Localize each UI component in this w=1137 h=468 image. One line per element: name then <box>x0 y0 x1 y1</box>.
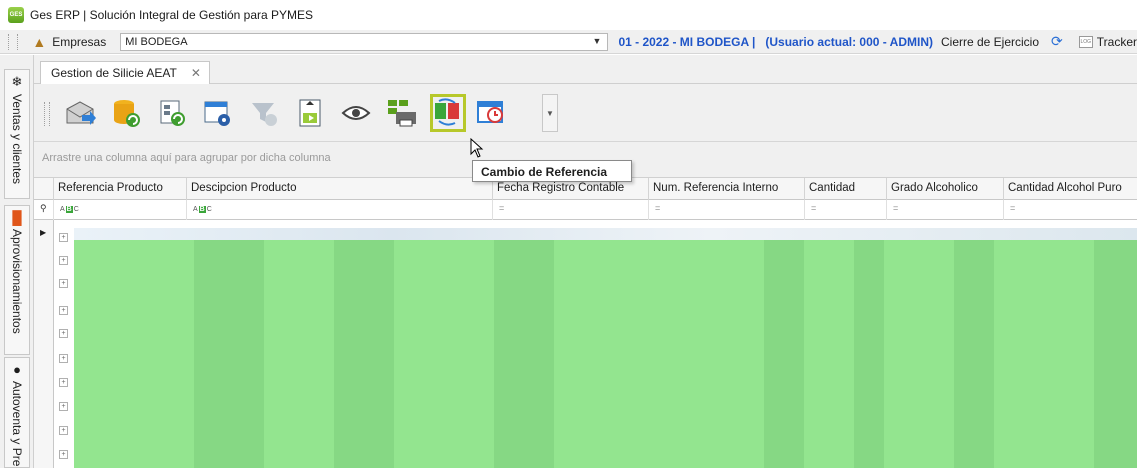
column-header[interactable]: Referencia Producto <box>54 178 187 200</box>
print-grid-icon[interactable] <box>384 94 420 132</box>
pixelation <box>194 240 264 468</box>
filter-cell-cantidad[interactable]: = <box>805 200 887 220</box>
pixelation <box>334 240 394 468</box>
expand-row-icon[interactable]: + <box>59 354 68 363</box>
pixelation <box>954 240 994 468</box>
nav-tab-label: Ventas y clientes <box>10 94 24 185</box>
document-refresh-icon[interactable] <box>154 94 190 132</box>
company-select[interactable]: MI BODEGA ▼ <box>120 32 609 51</box>
nav-tab-ventas[interactable]: ❄ Ventas y clientes <box>4 69 30 199</box>
nav-tab-label: Aprovisionamientos <box>10 229 24 334</box>
expand-row-icon[interactable]: + <box>59 279 68 288</box>
row-indicator-column: ▶ <box>34 220 54 468</box>
nav-tab-label: Autoventa y Pre <box>10 381 24 467</box>
cierre-ejercicio-link[interactable]: Cierre de Ejercicio <box>941 35 1039 49</box>
period-label: 01 - 2022 - MI BODEGA | <box>618 34 756 49</box>
window-settings-icon[interactable] <box>200 94 236 132</box>
expand-row-icon[interactable]: + <box>59 256 68 265</box>
tracker-label: Tracker <box>1096 34 1137 49</box>
empresas-label: Empresas <box>52 34 107 49</box>
expand-row-icon[interactable]: + <box>59 329 68 338</box>
schedule-icon[interactable] <box>474 94 510 132</box>
column-header[interactable]: Cantidad <box>805 178 887 200</box>
ventas-icon: ❄ <box>11 74 23 89</box>
mouse-cursor-icon <box>470 138 484 158</box>
window-title: Ges ERP | Solución Integral de Gestión p… <box>30 8 314 22</box>
change-reference-icon <box>435 98 459 126</box>
nav-tab-autoventa[interactable]: ● Autoventa y Pre <box>4 357 30 468</box>
expand-row-icon[interactable]: + <box>59 306 68 315</box>
filter-cell-alcohol-puro[interactable]: = <box>1004 200 1137 220</box>
ges-erp-icon: GES <box>8 7 24 23</box>
log-icon: LOG <box>1078 35 1093 48</box>
auto-filter-row: ⚲ ABC ABC = = = = = <box>34 200 1137 220</box>
aprovisionamientos-icon: █ <box>12 210 22 225</box>
empresas-button[interactable]: ▲ Empresas <box>32 34 106 50</box>
empresas-icon: ▲ <box>32 33 47 50</box>
filter-check-icon[interactable] <box>246 94 282 132</box>
row-indicator-header <box>34 178 54 200</box>
expand-row-icon[interactable]: + <box>59 378 68 387</box>
column-header[interactable]: Grado Alcoholico <box>887 178 1004 200</box>
toolbar-grip[interactable] <box>44 102 50 126</box>
autoventa-icon: ● <box>13 362 21 377</box>
current-row-arrow-icon: ▶ <box>40 228 47 237</box>
column-header[interactable]: Cantidad Alcohol Puro <box>1004 178 1137 200</box>
tab-gestion-silicie[interactable]: Gestion de Silicie AEAT ✕ <box>40 61 210 84</box>
company-bar: ▲ Empresas MI BODEGA ▼ 01 - 2022 - MI BO… <box>0 30 1137 54</box>
pixelation <box>764 240 804 468</box>
move-down-icon[interactable] <box>292 94 328 132</box>
expand-row-icon[interactable]: + <box>59 233 68 242</box>
title-bar: GES Ges ERP | Solución Integral de Gesti… <box>0 0 1137 30</box>
expand-row-icon[interactable]: + <box>59 402 68 411</box>
action-toolbar: ▼ <box>34 84 1137 142</box>
filter-pin-icon: ⚲ <box>34 200 54 220</box>
column-header[interactable]: Num. Referencia Interno <box>649 178 805 200</box>
text-filter-icon: ABC <box>193 206 212 213</box>
filter-cell-descripcion[interactable]: ABC <box>187 200 493 220</box>
tracker-button[interactable]: LOG Tracker <box>1078 34 1137 49</box>
close-icon[interactable]: ✕ <box>191 66 201 80</box>
text-filter-icon: ABC <box>60 206 79 213</box>
pixelation <box>854 240 884 468</box>
pixelation <box>494 240 554 468</box>
filter-cell-fecha[interactable]: = <box>493 200 649 220</box>
change-reference-button[interactable] <box>430 94 466 132</box>
data-grid: Referencia Producto Descipcion Producto … <box>34 178 1137 468</box>
filter-cell-num-referencia[interactable]: = <box>649 200 805 220</box>
eye-icon[interactable] <box>338 94 374 132</box>
pixelation <box>1094 240 1137 468</box>
document-tabs: Gestion de Silicie AEAT ✕ <box>34 55 1137 84</box>
current-user-label: (Usuario actual: 000 - ADMIN) <box>765 34 933 49</box>
column-header[interactable]: Descipcion Producto <box>187 178 493 200</box>
toolbar-grip[interactable] <box>8 33 19 50</box>
left-nav: ❄ Ventas y clientes █ Aprovisionamientos… <box>0 55 34 468</box>
tooltip: Cambio de Referencia <box>472 160 632 182</box>
nav-tab-aprovisionamientos[interactable]: █ Aprovisionamientos <box>4 205 30 355</box>
filter-cell-grado[interactable]: = <box>887 200 1004 220</box>
tab-label: Gestion de Silicie AEAT <box>51 66 177 80</box>
filter-cell-referencia[interactable]: ABC <box>54 200 187 220</box>
expand-row-icon[interactable]: + <box>59 426 68 435</box>
company-value: MI BODEGA <box>125 35 188 48</box>
refresh-icon[interactable]: ⟳ <box>1051 33 1063 50</box>
send-envelope-icon[interactable] <box>62 94 98 132</box>
chevron-down-icon[interactable]: ▼ <box>593 36 602 46</box>
toolbar-overflow-chevron-icon[interactable]: ▼ <box>542 94 558 132</box>
database-refresh-icon[interactable] <box>108 94 144 132</box>
expand-row-icon[interactable]: + <box>59 450 68 459</box>
